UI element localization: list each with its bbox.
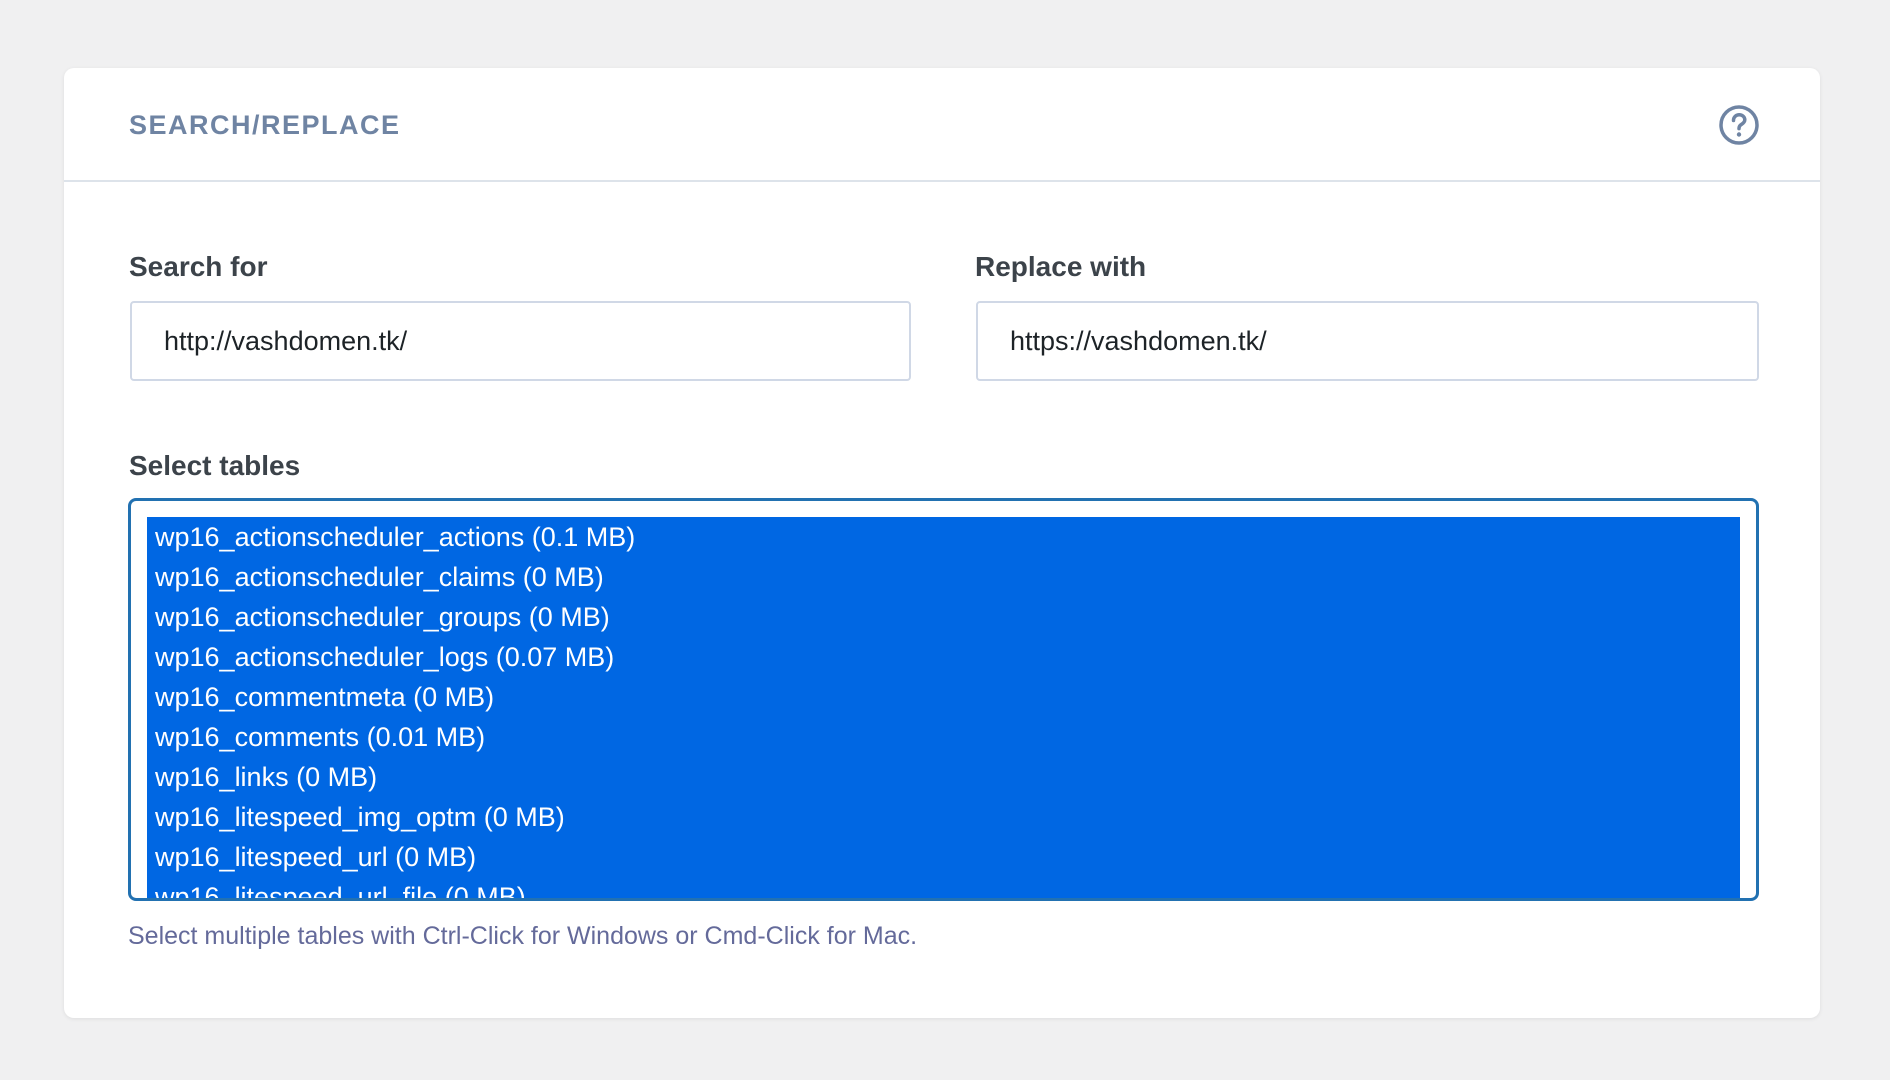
tables-multiselect[interactable]: wp16_actionscheduler_actions (0.1 MB) wp1…: [128, 498, 1759, 901]
question-circle-icon[interactable]: [1718, 104, 1760, 146]
search-for-input[interactable]: [130, 301, 911, 381]
search-replace-panel: SEARCH/REPLACE Search for Replace with S…: [64, 68, 1820, 1018]
search-for-label: Search for: [129, 251, 268, 282]
replace-with-input[interactable]: [976, 301, 1759, 381]
table-option[interactable]: wp16_comments (0.01 MB): [147, 717, 1740, 757]
table-option[interactable]: wp16_litespeed_img_optm (0 MB): [147, 797, 1740, 837]
replace-with-label: Replace with: [975, 251, 1147, 282]
multiselect-hint: Select multiple tables with Ctrl-Click f…: [128, 922, 918, 950]
table-option[interactable]: wp16_actionscheduler_logs (0.07 MB): [147, 637, 1740, 677]
table-option[interactable]: wp16_actionscheduler_claims (0 MB): [147, 557, 1740, 597]
table-option[interactable]: wp16_commentmeta (0 MB): [147, 677, 1740, 717]
tables-list[interactable]: wp16_actionscheduler_actions (0.1 MB) wp1…: [147, 517, 1740, 898]
panel-header: SEARCH/REPLACE: [64, 68, 1820, 182]
table-option[interactable]: wp16_actionscheduler_groups (0 MB): [147, 597, 1740, 637]
panel-title: SEARCH/REPLACE: [129, 110, 401, 140]
select-tables-label: Select tables: [129, 450, 301, 481]
table-option[interactable]: wp16_links (0 MB): [147, 757, 1740, 797]
table-option[interactable]: wp16_litespeed_url (0 MB): [147, 837, 1740, 877]
table-option[interactable]: wp16_litespeed_url_file (0 MB): [147, 877, 1740, 898]
table-option[interactable]: wp16_actionscheduler_actions (0.1 MB): [147, 517, 1740, 557]
